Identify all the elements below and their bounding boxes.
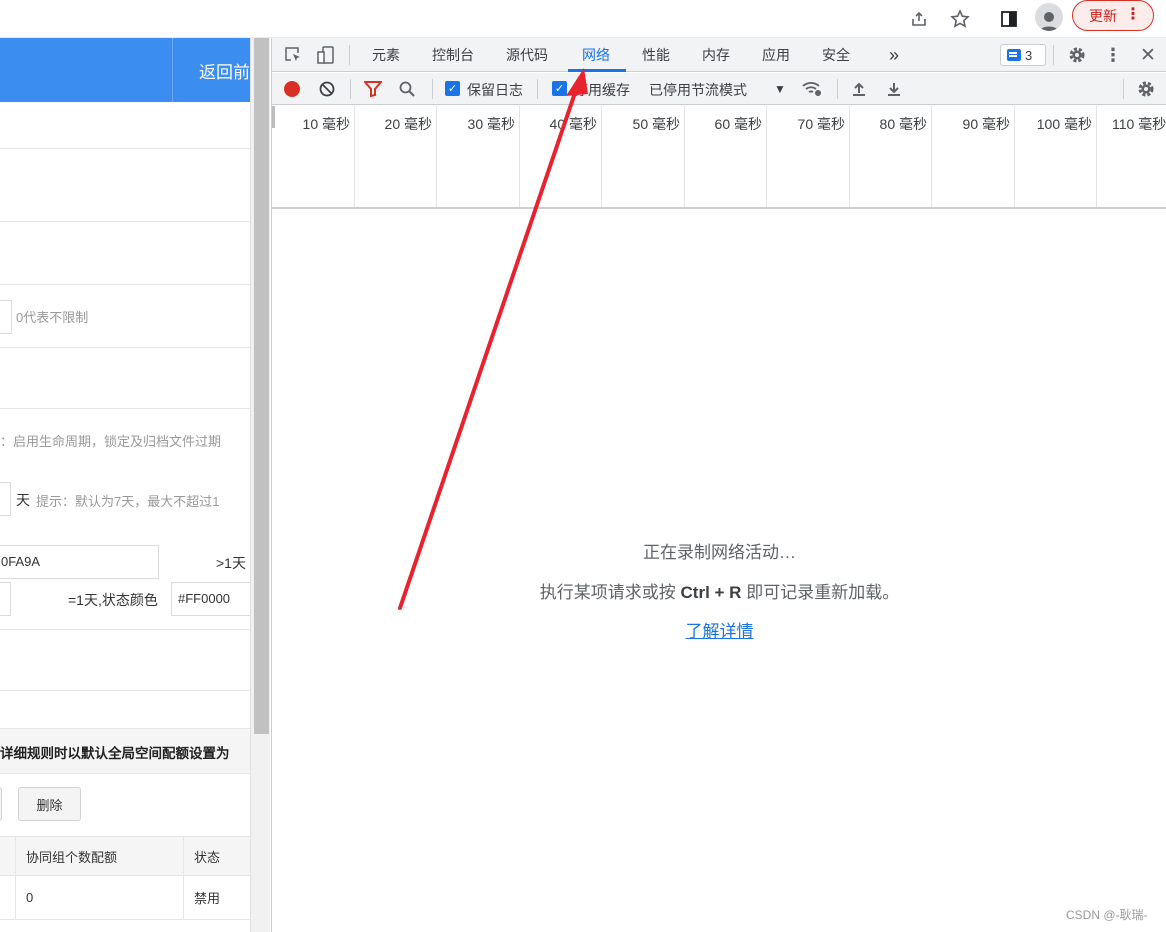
annotation-arrow xyxy=(398,68,588,610)
watermark: CSDN @-耿瑞- xyxy=(1066,908,1148,922)
